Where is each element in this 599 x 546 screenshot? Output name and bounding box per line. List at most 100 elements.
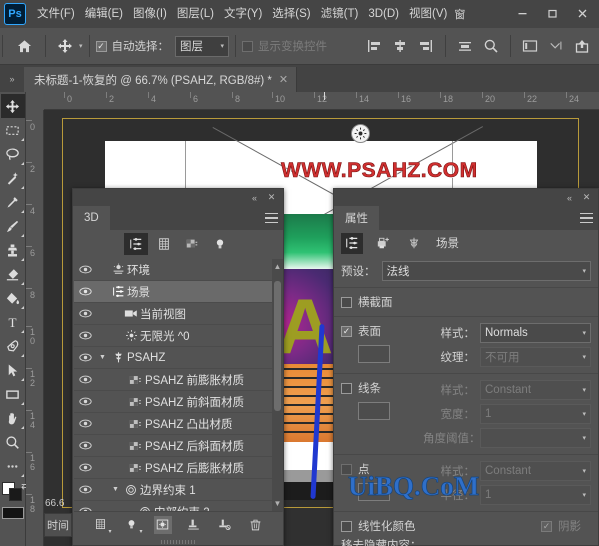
visibility-eye-icon[interactable] [74,287,96,296]
add-light-icon[interactable]: ▾ [123,516,143,535]
point-radius-input[interactable]: 1 ▾ [480,485,591,505]
3d-panel-titlebar[interactable]: « ✕ [73,189,283,206]
paint-falloff-icon[interactable] [185,516,203,534]
align-left-icon[interactable] [361,33,387,59]
shadow-checkbox[interactable] [541,520,552,532]
menu-3d[interactable]: 3D(D) [363,4,404,25]
type-tool[interactable]: T [1,310,25,334]
surface-texture-dropdown[interactable]: 不可用 ▾ [480,347,591,367]
tab-properties[interactable]: 属性 [334,206,379,230]
active-tool-move[interactable]: ▾ [52,33,83,59]
share-icon[interactable] [569,33,595,59]
auto-select-checkbox[interactable] [95,40,107,52]
close-icon[interactable]: ✕ [578,190,595,205]
line-angle-threshold-input[interactable]: ▾ [480,428,591,448]
panel-resize-grip[interactable] [161,540,195,544]
filter-materials-icon[interactable] [180,233,204,255]
tree-row-infinite-light[interactable]: 无限光 ^0 [74,325,272,347]
close-tab-icon[interactable]: ✕ [279,73,288,86]
background-color-swatch[interactable] [8,488,22,501]
menu-view[interactable]: 视图(V) [404,4,452,25]
line-checkbox[interactable] [341,382,352,394]
menu-layer[interactable]: 图层(L) [172,4,219,25]
menu-select[interactable]: 选择(S) [267,4,315,25]
tree-row-psahz-mesh[interactable]: ▼ PSAHZ [74,347,272,369]
eraser-tool[interactable] [1,262,25,286]
collapse-icon[interactable]: « [561,190,578,205]
lasso-tool[interactable] [1,142,25,166]
workspace-switcher-icon[interactable] [543,33,569,59]
surface-color-swatch[interactable] [358,345,390,363]
tree-twisty[interactable]: ▼ [109,486,122,493]
vertical-ruler[interactable]: 0 2 4 6 8 10 12 14 16 18 [26,110,44,546]
menu-edit[interactable]: 编辑(E) [80,4,128,25]
tree-row-material-back-inflate[interactable]: PSAHZ 后膨胀材质 [74,457,272,479]
menu-filter[interactable]: 滤镜(T) [316,4,364,25]
tree-row-material-front-inflate[interactable]: PSAHZ 前膨胀材质 [74,369,272,391]
visibility-eye-icon[interactable] [74,397,96,406]
tree-twisty[interactable]: ▼ [96,354,109,361]
tree-row-material-front-bevel[interactable]: PSAHZ 前斜面材质 [74,391,272,413]
collapse-panels-icon[interactable]: » [0,65,24,92]
scrollbar-thumb[interactable] [274,281,281,411]
home-icon[interactable] [9,33,39,59]
arrange-documents-icon[interactable] [517,33,543,59]
visibility-eye-icon[interactable] [74,353,96,362]
paint-bucket-tool[interactable] [1,286,25,310]
tree-row-boundary-constraint[interactable]: ▼ 边界约束 1 [74,479,272,501]
collapse-icon[interactable]: « [246,190,263,205]
show-transform-controls-checkbox[interactable] [242,40,254,52]
visibility-eye-icon[interactable] [74,485,96,494]
visibility-eye-icon[interactable] [74,265,96,274]
infinite-light-widget-icon[interactable] [351,124,370,143]
tree-row-scene[interactable]: 场景 [74,281,272,303]
foreground-background-colors[interactable]: ⇄ [1,481,30,502]
tree-row-material-extrusion[interactable]: PSAHZ 凸出材质 [74,413,272,435]
line-style-dropdown[interactable]: Constant ▾ [480,380,591,400]
zoom-level[interactable]: 66.6 [45,498,64,509]
align-right-icon[interactable] [413,33,439,59]
maximize-button[interactable] [537,2,567,24]
point-checkbox[interactable] [341,463,352,475]
rectangle-shape-tool[interactable] [1,382,25,406]
eyedropper-tool[interactable] [1,190,25,214]
close-button[interactable] [567,2,597,24]
tree-row-current-view[interactable]: 当前视图 [74,303,272,325]
filter-all-icon[interactable] [124,233,148,255]
surface-style-dropdown[interactable]: Normals ▾ [480,323,591,343]
workspace-switcher[interactable] [543,33,569,59]
cross-section-checkbox[interactable] [341,296,352,308]
tool-options-caret[interactable]: ▾ [79,42,83,50]
visibility-eye-icon[interactable] [74,331,96,340]
point-style-dropdown[interactable]: Constant ▾ [480,461,591,481]
add-mesh-icon[interactable]: ▾ [92,516,112,535]
menu-image[interactable]: 图像(I) [128,4,172,25]
render-settings-icon[interactable] [372,233,394,254]
menu-window-truncated[interactable]: 窗 [452,3,467,25]
menu-type[interactable]: 文字(Y) [219,4,267,25]
close-icon[interactable]: ✕ [263,190,280,205]
visibility-eye-icon[interactable] [74,375,96,384]
distribute-icon[interactable] [452,33,478,59]
panel-menu-icon[interactable] [580,213,593,223]
panel-menu-icon[interactable] [265,213,278,223]
visibility-eye-icon[interactable] [74,441,96,450]
rectangular-marquee-tool[interactable] [1,118,25,142]
3d-tree-scrollbar[interactable]: ▲ ▼ [272,259,283,512]
surface-checkbox[interactable] [341,325,352,337]
align-center-horizontal-icon[interactable] [387,33,413,59]
search-icon[interactable] [478,33,504,59]
visibility-eye-icon[interactable] [74,419,96,428]
clone-stamp-tool[interactable] [1,238,25,262]
trash-icon[interactable] [247,516,265,534]
auto-select-target-dropdown[interactable]: 图层 ▾ [175,35,230,57]
line-width-input[interactable]: 1 ▾ [480,404,591,424]
path-selection-tool[interactable] [1,358,25,382]
move-tool-icon[interactable] [52,33,78,59]
timeline-tab[interactable]: 时间 [44,513,72,537]
move-tool[interactable] [0,94,25,118]
hand-tool[interactable] [1,406,25,430]
zoom-tool[interactable] [1,430,25,454]
brush-tool[interactable] [1,214,25,238]
filter-lights-icon[interactable] [208,233,232,255]
